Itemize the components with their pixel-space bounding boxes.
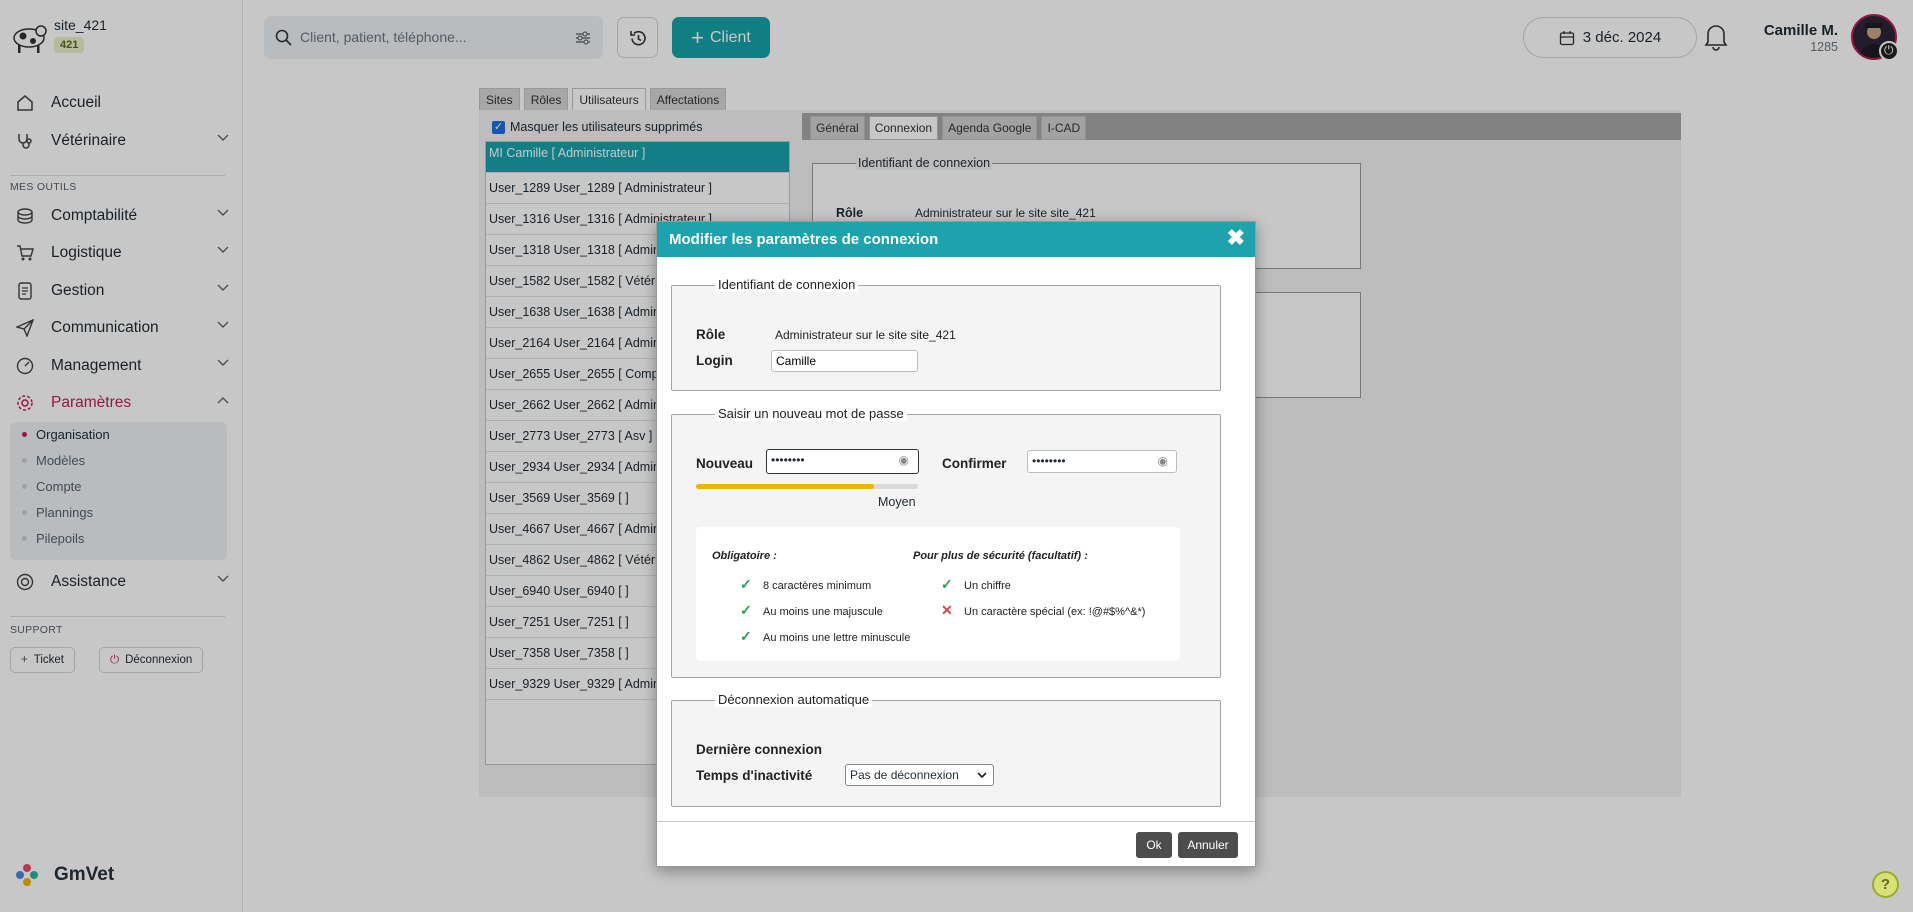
eye-icon[interactable]: ◉ <box>899 453 909 467</box>
new-password-field[interactable]: •••••••• ◉ <box>766 449 919 474</box>
close-icon[interactable]: ✖ <box>1227 227 1245 249</box>
criterion-text: Au moins une majuscule <box>763 606 883 618</box>
login-id-fieldset: Identifiant de connexion Rôle Administra… <box>671 277 1221 391</box>
password-criteria-box: Obligatoire : Pour plus de sécurité (fac… <box>696 527 1180 661</box>
new-password-value: •••••••• <box>771 453 805 467</box>
checkmark-icon: ✓ <box>941 576 953 592</box>
login-field[interactable] <box>771 350 918 372</box>
cross-icon: ✕ <box>941 602 953 618</box>
chevron-down-icon <box>977 772 987 779</box>
criterion-text: 8 caractères minimum <box>763 580 872 592</box>
criterion-item: ✓ 8 caractères minimum <box>740 576 871 593</box>
checkmark-icon: ✓ <box>740 628 752 644</box>
confirm-password-field[interactable]: •••••••• ◉ <box>1027 450 1177 473</box>
login-id-legend: Identifiant de connexion <box>715 277 859 292</box>
password-legend: Saisir un nouveau mot de passe <box>715 406 907 421</box>
inactivity-value: Pas de déconnexion <box>850 768 959 782</box>
inactivity-label: Temps d'inactivité <box>696 768 813 783</box>
login-label: Login <box>696 353 733 368</box>
eye-icon[interactable]: ◉ <box>1158 454 1168 468</box>
criterion-item: ✓ Au moins une majuscule <box>740 602 883 619</box>
divider <box>657 821 1255 822</box>
ok-button[interactable]: Ok <box>1136 832 1172 858</box>
optional-title: Pour plus de sécurité (facultatif) : <box>913 550 1088 562</box>
cancel-button[interactable]: Annuler <box>1178 832 1238 858</box>
inactivity-select[interactable]: Pas de déconnexion <box>845 764 994 786</box>
strength-meter <box>696 484 918 489</box>
last-login-label: Dernière connexion <box>696 742 823 757</box>
checkmark-icon: ✓ <box>740 602 752 618</box>
criterion-item: ✕ Un caractère spécial (ex: !@#$%^&*) <box>941 602 1145 619</box>
strength-meter-fill <box>696 484 874 489</box>
criterion-text: Au moins une lettre minuscule <box>763 632 911 644</box>
dialog-header: Modifier les paramètres de connexion ✖ <box>657 222 1255 257</box>
criterion-item: ✓ Au moins une lettre minuscule <box>740 628 910 645</box>
role-value: Administrateur sur le site site_421 <box>775 328 956 342</box>
new-password-label: Nouveau <box>696 456 754 471</box>
mandatory-title: Obligatoire : <box>712 550 777 562</box>
checkmark-icon: ✓ <box>740 576 752 592</box>
criterion-text: Un chiffre <box>964 580 1011 592</box>
auto-logout-fieldset: Déconnexion automatique Dernière connexi… <box>671 692 1221 807</box>
password-fieldset: Saisir un nouveau mot de passe Nouveau •… <box>671 406 1221 678</box>
dialog-title: Modifier les paramètres de connexion <box>669 231 939 248</box>
connection-settings-dialog: Modifier les paramètres de connexion ✖ I… <box>656 221 1256 867</box>
role-label: Rôle <box>696 327 726 342</box>
confirm-password-value: •••••••• <box>1032 454 1066 468</box>
confirm-password-label: Confirmer <box>942 456 1007 471</box>
help-icon[interactable]: ? <box>1872 871 1899 898</box>
criterion-text: Un caractère spécial (ex: !@#$%^&*) <box>964 606 1146 618</box>
strength-label: Moyen <box>878 495 916 509</box>
auto-logout-legend: Déconnexion automatique <box>715 692 873 707</box>
criterion-item: ✓ Un chiffre <box>941 576 1011 593</box>
